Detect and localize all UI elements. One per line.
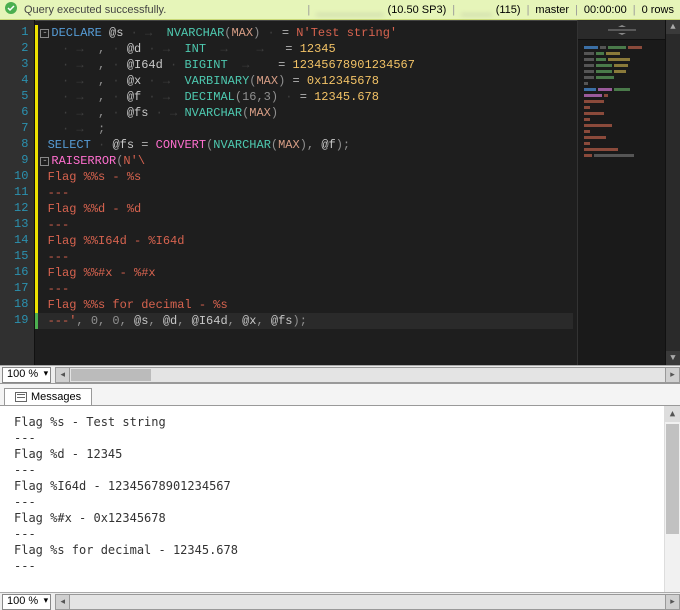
message-line: Flag %d - 12345 (14, 446, 666, 462)
line-number-gutter: 123 456 789 101112 131415 161718 19 (0, 20, 35, 365)
app-root: Query executed successfully. | _________… (0, 0, 680, 610)
tab-label: Messages (31, 391, 81, 403)
row-count: 0 rows (642, 4, 674, 16)
messages-footer: 100 % ◂ ▸ (0, 592, 680, 610)
messages-pane[interactable]: Flag %s - Test string --- Flag %d - 1234… (0, 405, 680, 592)
server-version: (10.50 SP3) (388, 4, 447, 16)
code-editor: 123 456 789 101112 131415 161718 19 -DEC… (0, 20, 680, 365)
status-bar: Query executed successfully. | _________… (0, 0, 680, 20)
minimap[interactable] (578, 40, 665, 365)
editor-horizontal-scrollbar[interactable]: ◂ ▸ (55, 367, 680, 383)
message-line: Flag %s - Test string (14, 414, 666, 430)
messages-horizontal-scrollbar[interactable]: ◂ ▸ (55, 594, 680, 610)
messages-icon (15, 392, 27, 402)
messages-vertical-scrollbar[interactable]: ▲ (664, 406, 680, 592)
zoom-dropdown[interactable]: 100 % (2, 367, 51, 383)
message-line: Flag %I64d - 12345678901234567 (14, 478, 666, 494)
zoom-dropdown[interactable]: 100 % (2, 594, 51, 610)
scroll-thumb[interactable] (666, 424, 679, 534)
results-tabs: Messages (0, 383, 680, 405)
editor-vertical-scrollbar[interactable]: ▲ ▼ (665, 20, 680, 365)
scroll-left-icon[interactable]: ◂ (56, 368, 70, 382)
database-name: master (535, 4, 569, 16)
spid: (115) (496, 4, 521, 16)
message-line: Flag %#x - 0x12345678 (14, 510, 666, 526)
message-line: Flag %s for decimal - 12345.678 (14, 542, 666, 558)
message-line: --- (14, 462, 666, 478)
scroll-thumb[interactable] (71, 369, 151, 381)
success-icon (4, 1, 18, 18)
message-line: --- (14, 430, 666, 446)
message-line: --- (14, 526, 666, 542)
tab-messages[interactable]: Messages (4, 388, 92, 406)
editor-footer: 100 % ◂ ▸ (0, 365, 680, 383)
fold-icon[interactable]: - (40, 29, 49, 38)
editor-side-panel (577, 20, 665, 365)
scroll-right-icon[interactable]: ▸ (665, 595, 679, 609)
split-handle-icon[interactable] (578, 20, 665, 40)
scroll-left-icon[interactable]: ◂ (56, 595, 70, 609)
status-message: Query executed successfully. (24, 4, 166, 16)
scroll-right-icon[interactable]: ▸ (665, 368, 679, 382)
message-line: --- (14, 558, 666, 574)
message-line: --- (14, 494, 666, 510)
scroll-up-icon[interactable]: ▲ (666, 20, 680, 34)
scroll-up-icon[interactable]: ▲ (665, 406, 680, 422)
fold-icon[interactable]: - (40, 157, 49, 166)
scroll-down-icon[interactable]: ▼ (666, 351, 680, 365)
code-text-area[interactable]: -DECLARE @s · → NVARCHAR(MAX) · = N'Test… (35, 20, 577, 365)
elapsed-time: 00:00:00 (584, 4, 627, 16)
user-name: _____ (461, 4, 492, 16)
server-name: ___________ (316, 4, 383, 16)
